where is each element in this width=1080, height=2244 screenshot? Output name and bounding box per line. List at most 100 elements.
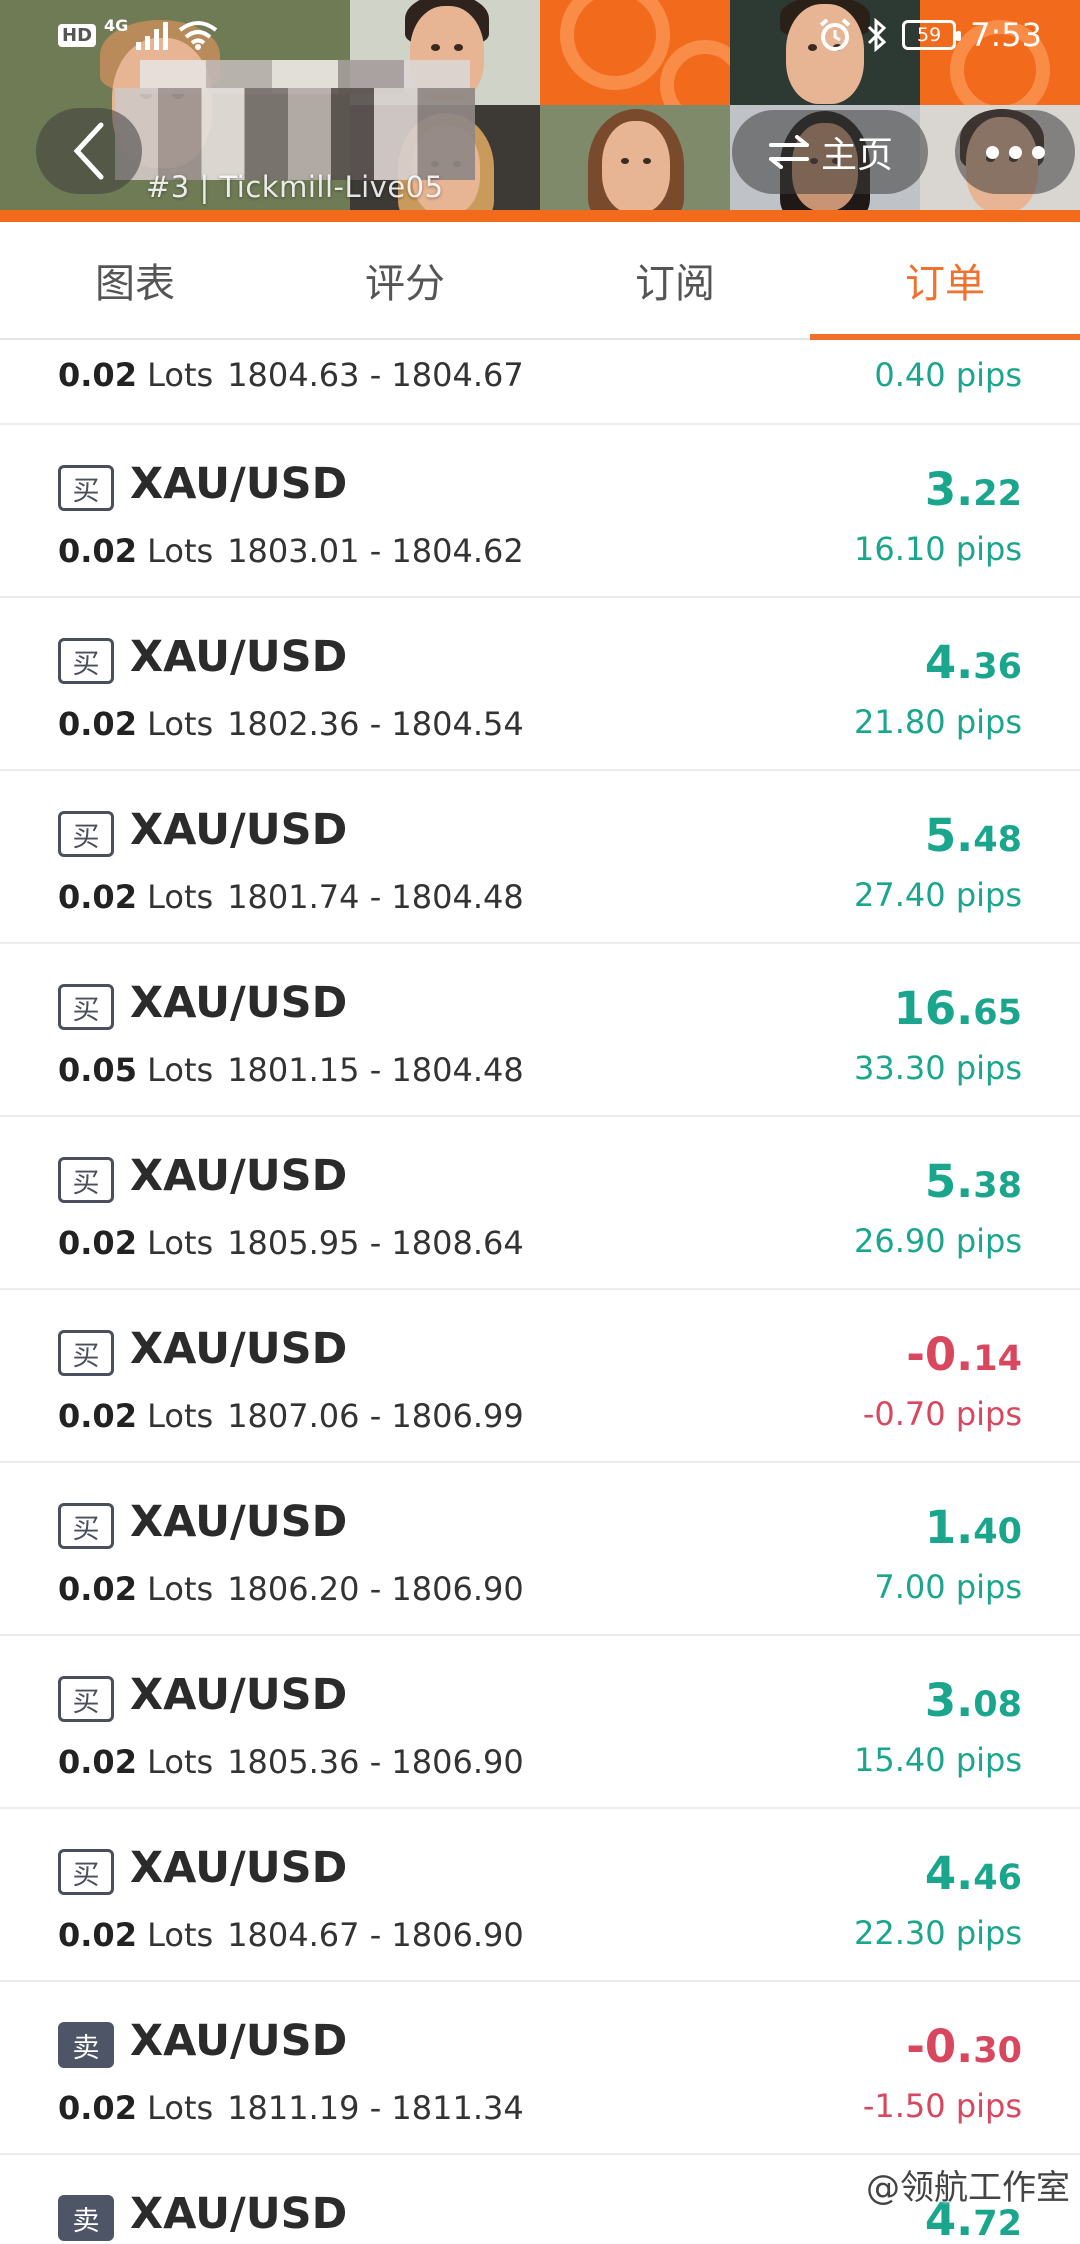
account-label: #3 | Tickmill-Live05 (146, 170, 444, 204)
order-profit: 5.48 (925, 809, 1022, 862)
order-lots-unit: Lots (147, 705, 214, 743)
profit-decimal: 48 (973, 820, 1022, 860)
order-symbol: XAU/USD (130, 2189, 348, 2239)
order-symbol: XAU/USD (130, 1670, 348, 1720)
sell-badge: 卖 (58, 2022, 114, 2068)
order-symbol: XAU/USD (130, 1151, 348, 1201)
order-detail: 0.02 Lots 1802.36 - 1804.54 (58, 705, 524, 743)
order-symbol: XAU/USD (130, 805, 348, 855)
more-dots-icon (1031, 145, 1045, 159)
signal-icon (136, 22, 169, 50)
order-symbol: XAU/USD (130, 1497, 348, 1547)
order-lots: 0.02 (58, 878, 137, 916)
home-button[interactable]: 主页 (732, 110, 928, 194)
order-lots-unit: Lots (147, 1051, 214, 1089)
order-profit: 3.08 (925, 1674, 1022, 1727)
profit-integer: 16. (893, 982, 974, 1035)
order-row[interactable]: 买 XAU/USD 0.02 Lots 1807.06 - 1806.99 -0.14-… (0, 1290, 1080, 1463)
buy-badge: 买 (58, 984, 114, 1030)
order-row[interactable]: 买 XAU/USD 0.02 Lots 1802.36 - 1804.54 4.36 21… (0, 598, 1080, 771)
status-time: 7:53 (970, 16, 1042, 54)
profit-integer: -0. (906, 1328, 974, 1381)
order-profit: 1.40 (925, 1501, 1022, 1554)
order-detail: 0.02 Lots 1806.20 - 1806.90 (58, 1570, 524, 1608)
order-row[interactable]: 买 XAU/USD 0.02 Lots 1804.67 - 1806.90 4.46 22… (0, 1809, 1080, 1982)
buy-badge: 买 (58, 811, 114, 857)
order-row[interactable]: 买 XAU/USD 0.05 Lots 1801.15 - 1804.48 16.65 3… (0, 944, 1080, 1117)
header-accent-bar (0, 210, 1080, 222)
order-symbol: XAU/USD (130, 978, 348, 1028)
order-row[interactable]: 买 XAU/USD 0.02 Lots 1801.74 - 1804.48 5.48 27… (0, 771, 1080, 944)
order-list[interactable]: 0.02 Lots 1804.63 - 1804.67 0.40 pips 买 XAU/… (0, 340, 1080, 2244)
order-profit: -0.30 (906, 2020, 1022, 2073)
profit-decimal: 38 (973, 1166, 1022, 1206)
order-profit: 16.65 (894, 982, 1022, 1035)
order-lots-unit: Lots (147, 1397, 214, 1435)
order-price-range: 1807.06 - 1806.99 (227, 1397, 524, 1435)
order-lots: 0.05 (58, 1051, 137, 1089)
order-detail: 0.02 Lots 1804.67 - 1806.90 (58, 1916, 524, 1954)
profit-integer: -0. (906, 2020, 974, 2073)
order-pips: 16.10 pips (854, 530, 1022, 568)
tab-rating[interactable]: 评分 (270, 222, 540, 338)
profit-decimal: 65 (973, 993, 1022, 1033)
profit-integer: 3. (924, 463, 974, 516)
order-detail: 0.02 Lots 1805.36 - 1806.90 (58, 1743, 524, 1781)
order-profit: -0.14 (906, 1328, 1022, 1381)
alarm-icon (819, 18, 851, 51)
tab-bar: 图表 评分 订阅 订单 (0, 222, 1080, 340)
bluetooth-icon (868, 18, 887, 52)
profit-decimal: 72 (973, 2204, 1022, 2244)
order-profit: 5.38 (925, 1155, 1022, 1208)
order-pips: -0.70 pips (862, 1395, 1022, 1433)
chevron-left-icon (73, 122, 104, 180)
profit-decimal: 46 (973, 1858, 1022, 1898)
order-lots-unit: Lots (147, 1570, 214, 1608)
app-screen: #3 | Tickmill-Live05 HD 4G 59 7:53 主页 图表… (0, 0, 1080, 2244)
order-lots: 0.02 (58, 1224, 137, 1262)
order-symbol: XAU/USD (130, 632, 348, 682)
switch-arrows-icon (768, 135, 809, 169)
tab-subscribe[interactable]: 订阅 (540, 222, 810, 338)
order-lots-unit: Lots (147, 2089, 214, 2127)
order-detail: 0.05 Lots 1801.15 - 1804.48 (58, 1051, 524, 1089)
order-pips: 15.40 pips (854, 1741, 1022, 1779)
status-bar-left: HD 4G (58, 16, 218, 50)
order-pips: 27.40 pips (854, 876, 1022, 914)
back-button[interactable] (36, 108, 142, 194)
tab-chart[interactable]: 图表 (0, 222, 270, 338)
tab-orders[interactable]: 订单 (810, 222, 1080, 340)
order-detail: 0.02 Lots 1807.06 - 1806.99 (58, 1397, 524, 1435)
profit-decimal: 36 (973, 647, 1022, 687)
order-pips: 0.40 pips (874, 356, 1022, 394)
more-dots-icon (985, 145, 999, 159)
order-lots-unit: Lots (147, 1743, 214, 1781)
order-row[interactable]: 买 XAU/USD 0.02 Lots 1805.95 - 1808.64 5.38 26… (0, 1117, 1080, 1290)
order-row[interactable]: 买 XAU/USD 0.02 Lots 1805.36 - 1806.90 3.08 15… (0, 1636, 1080, 1809)
order-price-range: 1801.15 - 1804.48 (227, 1051, 524, 1089)
status-bar-right: 59 7:53 (818, 16, 1042, 54)
order-symbol: XAU/USD (130, 1324, 348, 1374)
order-lots-unit: Lots (147, 878, 214, 916)
more-options-button[interactable] (955, 110, 1075, 194)
battery-level: 59 (917, 24, 942, 46)
order-profit: 3.22 (925, 463, 1022, 516)
order-row[interactable]: 卖 XAU/USD 0.02 Lots 1811.19 - 1811.34 -0.30-… (0, 1982, 1080, 2155)
order-lots-unit: Lots (147, 1224, 214, 1262)
order-lots: 0.02 (58, 1570, 137, 1608)
order-price-range: 1805.95 - 1808.64 (227, 1224, 524, 1262)
order-lots: 0.02 (58, 2089, 137, 2127)
order-detail: 0.02 Lots 1801.74 - 1804.48 (58, 878, 524, 916)
order-lots: 0.02 (58, 532, 137, 570)
order-row[interactable]: 买 XAU/USD 0.02 Lots 1803.01 - 1804.62 3.22 16… (0, 425, 1080, 598)
buy-badge: 买 (58, 1503, 114, 1549)
order-row[interactable]: 0.02 Lots 1804.63 - 1804.67 0.40 pips (0, 340, 1080, 425)
order-row[interactable]: 买 XAU/USD 0.02 Lots 1806.20 - 1806.90 1.40 7.… (0, 1463, 1080, 1636)
order-price-range: 1804.63 - 1804.67 (227, 356, 524, 394)
order-price-range: 1802.36 - 1804.54 (227, 705, 524, 743)
buy-badge: 买 (58, 1330, 114, 1376)
order-detail: 0.02 Lots 1804.63 - 1804.67 (58, 356, 524, 394)
battery-icon: 59 (902, 20, 962, 50)
order-price-range: 1805.36 - 1806.90 (227, 1743, 524, 1781)
order-lots: 0.02 (58, 356, 137, 394)
